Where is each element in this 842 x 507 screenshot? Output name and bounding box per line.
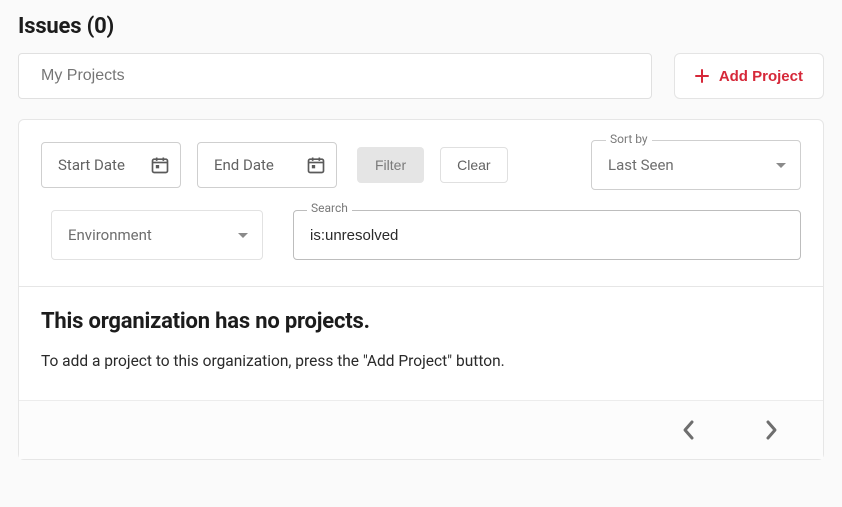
start-date-placeholder: Start Date — [58, 156, 125, 174]
sort-by-value: Last Seen — [608, 156, 674, 174]
empty-state: This organization has no projects. To ad… — [19, 287, 823, 400]
filters-row-1: Start Date End Date Filter Clear — [41, 140, 801, 190]
next-page-button[interactable] — [757, 415, 787, 445]
end-date-field[interactable]: End Date — [197, 142, 337, 188]
start-date-field[interactable]: Start Date — [41, 142, 181, 188]
sort-by-select[interactable]: Sort by Last Seen — [591, 140, 801, 190]
filter-button[interactable]: Filter — [357, 147, 424, 183]
add-project-button[interactable]: Add Project — [674, 53, 824, 99]
empty-text: To add a project to this organization, p… — [41, 352, 801, 370]
calendar-icon — [150, 155, 170, 175]
search-input[interactable] — [293, 210, 801, 260]
search-label: Search — [307, 201, 352, 215]
environment-placeholder: Environment — [68, 226, 152, 244]
calendar-icon — [306, 155, 326, 175]
end-date-placeholder: End Date — [214, 156, 274, 174]
top-bar: Add Project — [18, 53, 824, 99]
chevron-left-icon — [681, 419, 695, 441]
pagination — [19, 400, 823, 459]
issues-card: Start Date End Date Filter Clear — [18, 119, 824, 460]
empty-heading: This organization has no projects. — [41, 309, 801, 334]
environment-select[interactable]: Environment — [51, 210, 263, 260]
filters-section: Start Date End Date Filter Clear — [19, 120, 823, 287]
filters-row-2: Environment Search — [41, 210, 801, 260]
add-project-label: Add Project — [719, 68, 803, 85]
chevron-down-icon — [238, 233, 248, 238]
projects-input[interactable] — [18, 53, 652, 99]
search-field-wrap: Search — [293, 210, 801, 260]
chevron-down-icon — [776, 163, 786, 168]
page-title: Issues (0) — [18, 14, 824, 39]
plus-icon — [695, 69, 709, 83]
sort-by-label: Sort by — [606, 132, 652, 146]
chevron-right-icon — [765, 419, 779, 441]
clear-button[interactable]: Clear — [440, 147, 507, 183]
prev-page-button[interactable] — [673, 415, 703, 445]
